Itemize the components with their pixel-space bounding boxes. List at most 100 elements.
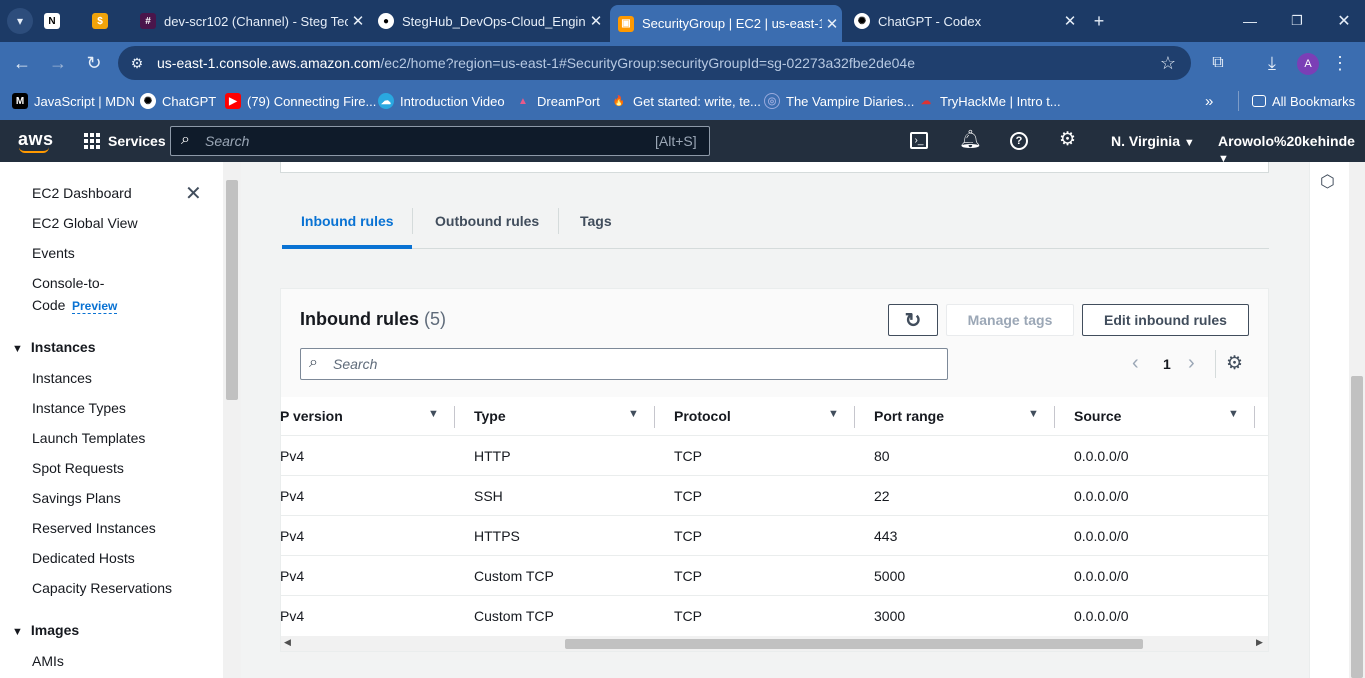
sidebar-item-console-to-code-2[interactable]: Code [32,297,65,313]
site-info-icon[interactable]: ⚙ [123,49,151,77]
browser-tab-2[interactable]: # dev-scr102 (Channel) - Steg Tec ✕ [140,6,368,36]
browser-tab-0[interactable]: N [44,6,84,36]
region-selector[interactable]: N. Virginia ▼ [1111,133,1195,149]
bookmark-4[interactable]: ▲ DreamPort [515,91,600,111]
scroll-right-icon[interactable]: ▶ [1256,637,1263,648]
sidebar-item-instances[interactable]: Instances [32,370,92,386]
sort-icon[interactable]: ▼ [628,408,639,420]
window-close-icon[interactable]: ✕ [1330,7,1358,35]
sort-icon[interactable]: ▼ [428,408,439,420]
preferences-gear-icon[interactable]: ⚙ [1226,352,1243,375]
settings-gear-icon[interactable]: ⚙ [1059,128,1076,151]
restore-icon[interactable]: ❐ [1283,7,1311,35]
sidebar-item-amis[interactable]: AMIs [32,653,64,669]
help-icon[interactable]: ? [1010,132,1028,150]
video-icon: ☁ [378,93,394,109]
tab-tags[interactable]: Tags [580,213,612,229]
page-number[interactable]: 1 [1163,356,1171,372]
extensions-icon[interactable]: ⧉ [1204,49,1232,77]
preview-badge[interactable]: Preview [72,299,118,314]
bookmark-5[interactable]: 🔥 Get started: write, te... [611,91,761,111]
back-icon[interactable]: ← [8,49,36,77]
column-header-protocol[interactable]: Protocol [674,398,731,434]
account-menu[interactable]: Arowolo%20kehinde ▼ [1218,133,1365,165]
new-tab-icon[interactable]: + [1085,7,1113,35]
cloudshell-icon[interactable]: ›_ [910,132,928,149]
region-label: N. Virginia [1111,133,1180,149]
sidebar-item-ec2-dashboard[interactable]: EC2 Dashboard [32,185,132,201]
bookmark-2[interactable]: ▶ (79) Connecting Fire... [225,91,376,111]
menu-dots-icon[interactable]: ⋮ [1326,49,1354,77]
next-page-icon[interactable]: › [1188,352,1195,375]
column-resizer[interactable] [1054,406,1055,428]
profile-avatar[interactable]: A [1297,53,1319,75]
browser-tab-5[interactable]: ✺ ChatGPT - Codex ✕ [852,6,1080,36]
bell-icon[interactable]: 🔔︎ [959,129,982,150]
bookmark-7[interactable]: ☁ TryHackMe | Intro t... [918,91,1061,111]
sidebar-item-reserved-instances[interactable]: Reserved Instances [32,520,156,536]
sidebar-item-console-to-code[interactable]: Console-to- [32,275,104,291]
column-resizer[interactable] [854,406,855,428]
close-icon[interactable]: ✕ [1060,12,1080,30]
refresh-button[interactable]: ↻ [888,304,938,336]
browser-tab-active[interactable]: ▣ SecurityGroup | EC2 | us-east-1 ✕ [610,5,842,42]
tab-search-icon[interactable]: ▾ [7,8,33,34]
tab-outbound-rules[interactable]: Outbound rules [435,213,539,229]
cell-protocol: TCP [674,448,702,464]
scroll-left-icon[interactable]: ◀ [284,637,291,648]
details-panel-bottom [280,162,1269,173]
close-icon[interactable]: ✕ [586,12,606,30]
sidebar-item-capacity-reservations[interactable]: Capacity Reservations [32,580,172,596]
sidebar-section-instances[interactable]: ▼ Instances [12,339,95,355]
table-scroll-thumb[interactable] [565,639,1143,649]
column-header-type[interactable]: Type [474,398,506,434]
sidebar-item-events[interactable]: Events [32,245,75,261]
edit-inbound-rules-button[interactable]: Edit inbound rules [1082,304,1249,336]
minimize-icon[interactable]: — [1236,7,1264,35]
column-resizer[interactable] [654,406,655,428]
bookmark-1[interactable]: ✺ ChatGPT [140,91,216,111]
page-scroll-thumb[interactable] [1351,376,1363,678]
column-header-source[interactable]: Source [1074,398,1121,434]
all-bookmarks[interactable]: All Bookmarks [1252,91,1355,111]
reload-icon[interactable]: ↻ [80,49,108,77]
amazon-q-icon[interactable]: ⬡ [1320,172,1335,192]
browser-tab-1[interactable]: $ [92,6,132,36]
sidebar-item-dedicated-hosts[interactable]: Dedicated Hosts [32,550,135,566]
cell-type: HTTPS [474,528,520,544]
prev-page-icon[interactable]: ‹ [1132,352,1139,375]
sort-icon[interactable]: ▼ [1028,408,1039,420]
sidebar-item-launch-templates[interactable]: Launch Templates [32,430,145,446]
close-icon[interactable]: ✕ [348,12,368,30]
download-icon[interactable]: ⤓ [1258,49,1286,77]
close-sidebar-icon[interactable]: ✕ [185,181,202,206]
column-header-ip-version[interactable]: P version [280,398,343,434]
column-resizer[interactable] [454,406,455,428]
cell-port-range: 22 [874,488,890,504]
bookmark-3[interactable]: ☁ Introduction Video [378,91,505,111]
aws-search-input[interactable] [170,126,710,156]
rules-search-input[interactable] [300,348,948,380]
column-header-port-range[interactable]: Port range [874,398,944,434]
close-icon[interactable]: ✕ [822,15,842,33]
services-grid-icon[interactable] [84,133,100,149]
browser-tab-3[interactable]: ● StegHub_DevOps-Cloud_Engine ✕ [378,6,606,36]
sort-icon[interactable]: ▼ [1228,408,1239,420]
services-menu[interactable]: Services [108,133,166,149]
sidebar-item-instance-types[interactable]: Instance Types [32,400,126,416]
sidebar-item-savings-plans[interactable]: Savings Plans [32,490,121,506]
cell-type: Custom TCP [474,608,554,624]
sidebar-item-global-view[interactable]: EC2 Global View [32,215,138,231]
bookmark-6[interactable]: ◎ The Vampire Diaries... [764,91,914,111]
sidebar-section-images[interactable]: ▼ Images [12,622,79,638]
tab-inbound-rules[interactable]: Inbound rules [301,213,394,229]
sort-icon[interactable]: ▼ [828,408,839,420]
manage-tags-button[interactable]: Manage tags [946,304,1074,336]
sidebar-scroll-thumb[interactable] [226,180,238,400]
bookmark-0[interactable]: M JavaScript | MDN [12,91,135,111]
more-bookmarks-icon[interactable]: » [1205,91,1213,111]
forward-icon[interactable]: → [44,49,72,77]
column-resizer[interactable] [1254,406,1255,428]
sidebar-item-spot-requests[interactable]: Spot Requests [32,460,124,476]
bookmark-star-icon[interactable]: ☆ [1154,49,1182,77]
